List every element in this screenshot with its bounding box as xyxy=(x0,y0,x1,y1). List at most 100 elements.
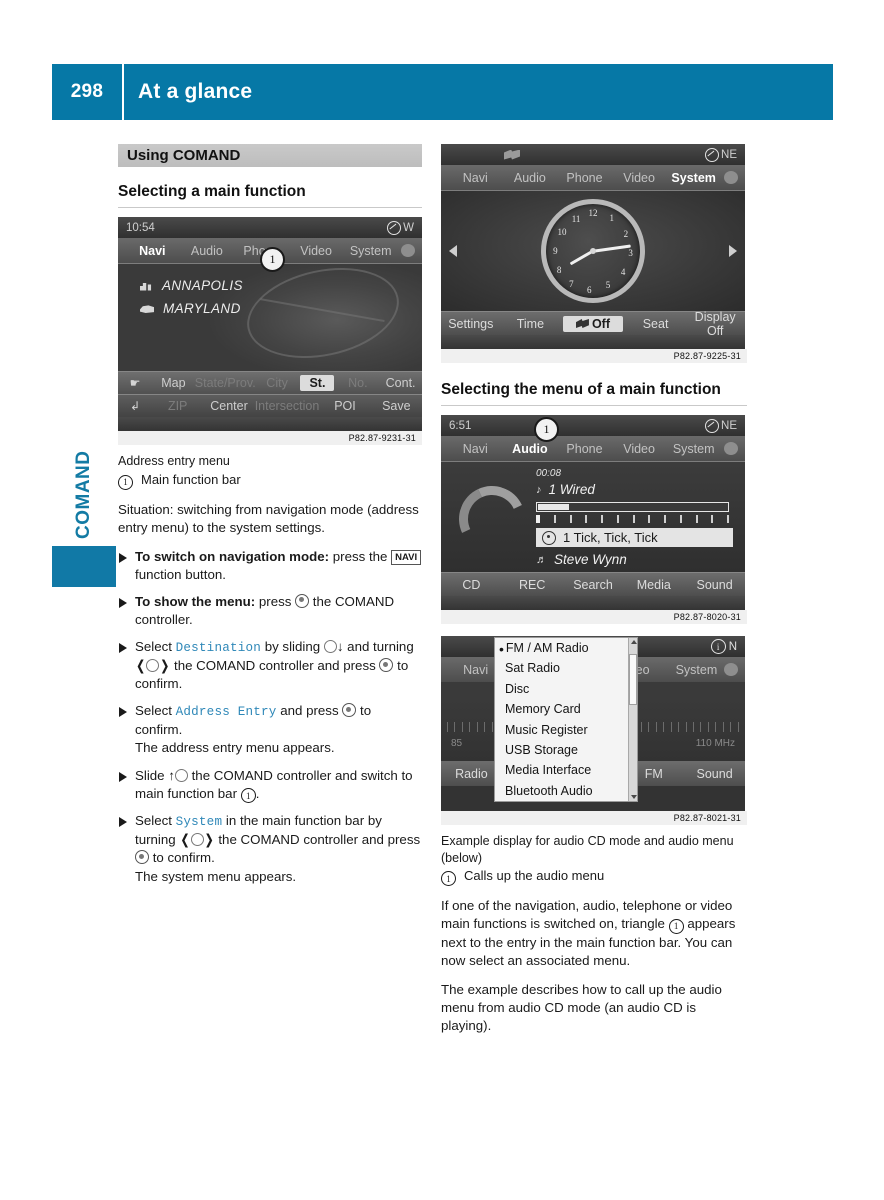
menu-item-music-register[interactable]: Music Register xyxy=(495,720,637,740)
nav-btn-street[interactable]: St. xyxy=(300,375,335,391)
system-btn-seat[interactable]: Seat xyxy=(626,317,686,331)
system-btn-display-off[interactable]: Display Off xyxy=(685,310,745,338)
globe-icon xyxy=(724,663,739,676)
mfb-item-audio[interactable]: Audio xyxy=(503,171,558,185)
dd-direction: N xyxy=(728,640,737,653)
system-btn-time[interactable]: Time xyxy=(501,317,561,331)
audio-track-ticks xyxy=(536,515,729,523)
nav-btn-intersection[interactable]: Intersection xyxy=(255,399,320,413)
turn-knob-icon xyxy=(190,833,204,847)
paragraph-triangle-explanation: If one of the navigation, audio, telepho… xyxy=(441,897,747,970)
menu-item-sat-radio[interactable]: Sat Radio xyxy=(495,658,637,678)
mfb-item-phone[interactable]: Phone xyxy=(557,442,612,456)
next-arrow-icon[interactable] xyxy=(729,245,737,257)
clock-numeral-10: 10 xyxy=(557,227,567,238)
heading-selecting-menu: Selecting the menu of a main function xyxy=(441,381,721,398)
mfb-item-video[interactable]: Video xyxy=(612,171,667,185)
slide-knob-icon xyxy=(174,768,188,782)
analog-clock-face: 12 1 2 3 4 5 6 7 8 9 10 11 xyxy=(541,199,645,303)
audio-button-row[interactable]: CD REC Search Media Sound xyxy=(441,572,745,596)
step-4-mid: and press xyxy=(276,703,343,719)
right-column: NE Navi Audio Phone Video System 12 1 2 … xyxy=(441,144,747,1035)
mfb-item-system[interactable]: System xyxy=(343,244,398,258)
press-knob-icon xyxy=(379,658,394,673)
system-btn-off[interactable]: Off xyxy=(563,315,623,332)
prev-arrow-icon[interactable] xyxy=(449,245,457,257)
nav-btn-map[interactable]: Map xyxy=(152,376,195,390)
nav-btn-continue[interactable]: Cont. xyxy=(379,376,422,390)
step-2-bold: To show the menu: xyxy=(135,593,256,609)
audio-main-function-bar[interactable]: Navi Audio Phone Video System xyxy=(441,436,745,462)
artist-icon: ♬ xyxy=(536,553,547,566)
section-bar: Using COMAND xyxy=(118,144,422,167)
menu-item-bluetooth-audio[interactable]: Bluetooth Audio xyxy=(495,781,637,801)
menu-item-disc[interactable]: Disc xyxy=(495,679,637,699)
nav-clock: 10:54 xyxy=(126,221,155,234)
dropdown-scrollbar[interactable] xyxy=(628,638,637,801)
system-btn-settings[interactable]: Settings xyxy=(441,317,501,331)
nav-btn-city[interactable]: City xyxy=(256,376,299,390)
clock-minute-hand xyxy=(592,244,631,253)
nav-btn-state[interactable]: State/Prov. xyxy=(195,376,256,390)
scrollbar-thumb[interactable] xyxy=(629,654,637,706)
menu-item-memory-card[interactable]: Memory Card xyxy=(495,699,637,719)
nav-btn-save[interactable]: Save xyxy=(371,399,422,413)
audio-btn-rec[interactable]: REC xyxy=(502,578,563,592)
audio-disc-row[interactable]: 1 Tick, Tick, Tick xyxy=(536,528,733,547)
audio-btn-sound[interactable]: Sound xyxy=(684,578,745,592)
back-arrow-icon[interactable]: ↲ xyxy=(118,399,152,413)
mfb-item-system[interactable]: System xyxy=(666,442,721,456)
scroll-up-icon[interactable] xyxy=(631,640,637,644)
mfb-item-navi[interactable]: Navi xyxy=(448,442,503,456)
mfb-item-system[interactable]: System xyxy=(669,663,724,677)
callout-1: 1 xyxy=(534,417,559,442)
clock-numeral-4: 4 xyxy=(620,266,626,277)
nav-btn-zip[interactable]: ZIP xyxy=(152,399,203,413)
mfb-item-audio[interactable]: Audio xyxy=(503,442,558,456)
state-icon xyxy=(140,305,154,313)
navi-function-button[interactable]: NAVI xyxy=(391,549,422,565)
mfb-item-audio[interactable]: Audio xyxy=(180,244,235,258)
nav-button-row-2[interactable]: ↲ ZIP Center Intersection POI Save xyxy=(118,394,422,417)
mfb-item-phone[interactable]: Phone xyxy=(557,171,612,185)
mfb-item-navi[interactable]: Navi xyxy=(125,244,180,258)
sidebar-tab-comand: COMAND xyxy=(73,450,94,540)
menu-item-media-interface[interactable]: Media Interface xyxy=(495,760,637,780)
audio-source-dropdown[interactable]: • FM / AM Radio Sat Radio Disc Memory Car… xyxy=(494,637,638,802)
inline-ref-1: 1 xyxy=(668,918,684,934)
nav-btn-poi[interactable]: POI xyxy=(319,399,370,413)
audio-btn-cd[interactable]: CD xyxy=(441,578,502,592)
nav-btn-center[interactable]: Center xyxy=(203,399,254,413)
paragraph-example-description: The example describes how to call up the… xyxy=(441,981,722,1034)
mfb-item-navi[interactable]: Navi xyxy=(448,171,503,185)
legend-number-1: 1 xyxy=(118,474,133,490)
nav-status-bar: 10:54 W xyxy=(118,217,422,238)
step-select-system: Select System in the main function bar b… xyxy=(118,812,422,885)
dd-btn-sound[interactable]: Sound xyxy=(684,767,745,781)
ui-label-system: System xyxy=(175,815,223,830)
mfb-item-system[interactable]: System xyxy=(666,171,721,185)
city-icon xyxy=(140,283,152,291)
step-5-post: . xyxy=(255,785,260,801)
press-knob-icon xyxy=(135,850,149,865)
audio-progress-bar[interactable] xyxy=(536,502,729,512)
mfb-item-video[interactable]: Video xyxy=(612,442,667,456)
scroll-down-icon[interactable] xyxy=(631,795,637,799)
dd-btn-radio[interactable]: Radio xyxy=(441,767,502,781)
nav-button-row-1[interactable]: ☛ Map State/Prov. City St. No. Cont. xyxy=(118,371,422,394)
audio-btn-media[interactable]: Media xyxy=(623,578,684,592)
menu-item-usb-storage[interactable]: USB Storage xyxy=(495,740,637,760)
step-1-bold: To switch on navigation mode: xyxy=(135,548,330,564)
clock-status-bar: NE xyxy=(441,144,745,165)
audio-disc-title: 1 Tick, Tick, Tick xyxy=(563,530,658,545)
audio-btn-search[interactable]: Search xyxy=(563,578,624,592)
step-1-text-a: press the xyxy=(329,548,392,564)
pedestrian-icon[interactable]: ☛ xyxy=(118,376,152,390)
mfb-item-video[interactable]: Video xyxy=(289,244,344,258)
system-button-row[interactable]: Settings Time Off Seat Display Off xyxy=(441,310,745,338)
menu-item-fm-am-radio[interactable]: • FM / AM Radio xyxy=(495,638,637,658)
nav-btn-number[interactable]: No. xyxy=(336,376,379,390)
step-3-pre: Select xyxy=(135,638,176,654)
clock-numeral-9: 9 xyxy=(553,246,558,256)
clock-main-function-bar[interactable]: Navi Audio Phone Video System xyxy=(441,165,745,191)
